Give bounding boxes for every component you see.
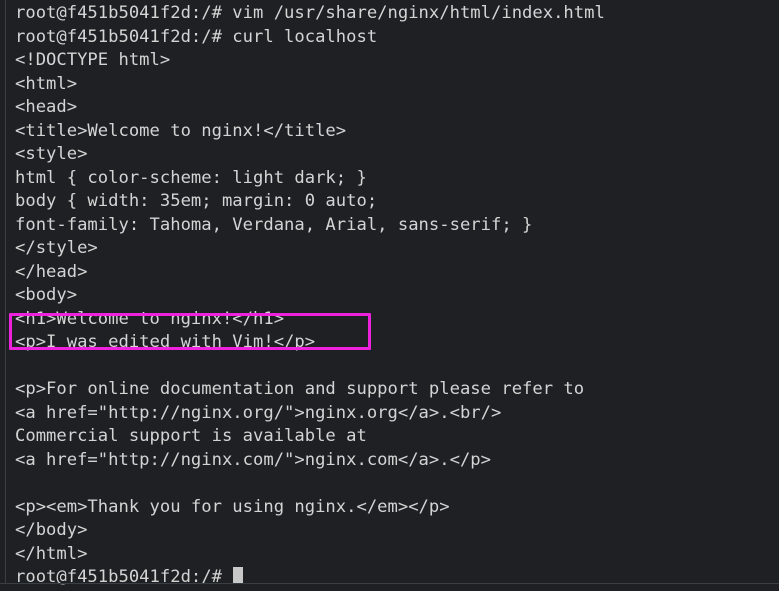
terminal-line: body { width: 35em; margin: 0 auto; <box>15 191 378 211</box>
terminal-line: <title>Welcome to nginx!</title> <box>15 120 347 141</box>
terminal-line: <a href="http://nginx.com/">nginx.com</a… <box>15 449 491 470</box>
terminal-line: <a href="http://nginx.org/">nginx.org</a… <box>15 402 502 423</box>
terminal-line: <h1>Welcome to nginx!</h1> <box>15 308 285 329</box>
terminal-line: <html> <box>15 73 78 94</box>
terminal-line: root@f451b5041f2d:/# <box>0 566 779 590</box>
terminal-line: <body> <box>15 285 78 305</box>
terminal-line: font-family: Tahoma, Verdana, Arial, san… <box>15 214 533 235</box>
terminal-line: <style> <box>15 144 88 164</box>
bottom-divider <box>0 583 779 584</box>
terminal-line: <p>I was edited with Vim!</p> <box>15 332 316 352</box>
terminal-line: </head> <box>15 261 88 282</box>
terminal-line: <!DOCTYPE html> <box>15 50 171 70</box>
terminal-line: html { color-scheme: light dark; } <box>15 167 367 188</box>
text-cursor <box>233 567 244 584</box>
terminal-line: <p>For online documentation and support … <box>15 379 585 399</box>
terminal-prompt-text: root@f451b5041f2d:/# <box>15 567 233 587</box>
terminal-line: <p><em>Thank you for using nginx.</em></… <box>15 496 450 517</box>
terminal-line: Commercial support is available at <box>15 426 367 446</box>
terminal-output-area[interactable]: root@f451b5041f2d:/# vim /usr/share/ngin… <box>0 0 779 590</box>
terminal-line: <head> <box>15 97 78 117</box>
terminal-line: </html> <box>15 543 88 564</box>
terminal-line: root@f451b5041f2d:/# vim /usr/share/ngin… <box>15 3 605 23</box>
terminal-line: </body> <box>15 520 88 540</box>
terminal-window[interactable]: root@f451b5041f2d:/# vim /usr/share/ngin… <box>0 0 779 591</box>
terminal-line: </style> <box>15 238 98 258</box>
terminal-line: root@f451b5041f2d:/# curl localhost <box>15 26 378 47</box>
